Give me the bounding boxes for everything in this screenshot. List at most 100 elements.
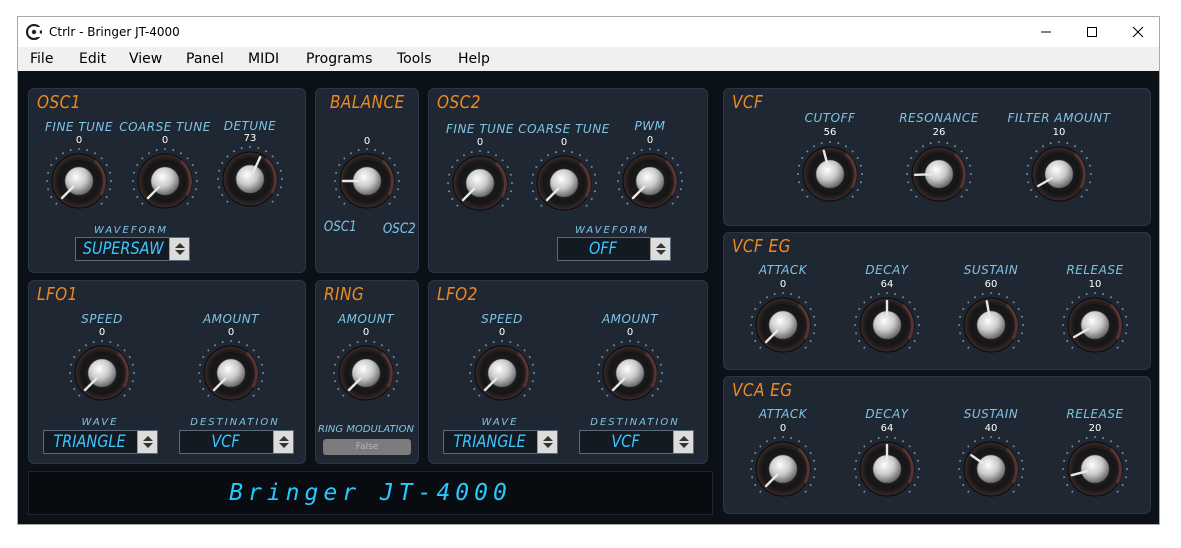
vcf-eg-sustain-knob[interactable] [957,291,1025,359]
vcf-filter-amount-knob[interactable] [1025,140,1093,208]
balance-title: BALANCE [330,92,405,113]
lfo1-title: LFO1 [37,284,78,305]
vca-eg-attack-knob[interactable] [749,435,817,503]
vca-eg-release-knob[interactable] [1061,435,1129,503]
vca-eg-decay-value: 64 [880,423,894,434]
osc1-coarse-tune-knob[interactable] [131,147,199,215]
lfo2-destination-select[interactable]: VCF [579,430,694,454]
vcf-eg-release-knob[interactable] [1061,291,1129,359]
ring-amount-value: 0 [362,327,370,338]
osc2-waveform-value: OFF [589,239,617,259]
menu-panel[interactable]: Panel [186,51,224,67]
menu-programs[interactable]: Programs [306,51,372,67]
osc2-coarse-tune-value: 0 [560,137,568,148]
osc2-waveform-select[interactable]: OFF [557,237,671,261]
osc1-title: OSC1 [37,92,81,113]
ring-amount-label: AMOUNT [337,312,395,326]
updown-arrows-icon [169,238,189,260]
vcf-cutoff-knob[interactable] [796,140,864,208]
menu-tools[interactable]: Tools [397,51,432,67]
vcf-eg-attack-label: ATTACK [758,263,808,277]
vca-eg-attack-label: ATTACK [758,407,808,421]
menu-view[interactable]: View [129,51,162,67]
lfo1-destination-value: VCF [211,432,240,452]
lfo1-wave-value: TRIANGLE [53,432,126,452]
osc1-waveform-label: WAVEFORM [93,225,169,236]
osc2-pwm-value: 0 [646,135,654,146]
vcf-eg-decay-knob[interactable] [853,291,921,359]
balance-knob[interactable] [333,147,401,215]
menu-midi[interactable]: MIDI [248,51,279,67]
osc1-panel: OSC1 FINE TUNE 0 COARSE TUNE 0 DETUNE 73 [28,88,306,273]
vcf-eg-panel: VCF EG ATTACK 0 DECAY 64 SUSTAIN 60 RELE… [723,232,1151,370]
vcf-title: VCF [732,92,764,113]
lfo1-amount-label: AMOUNT [202,312,260,326]
minimize-icon [1041,31,1051,33]
vcf-eg-decay-label: DECAY [865,263,909,277]
balance-osc2-label: OSC2 [382,221,416,237]
osc1-fine-tune-knob[interactable] [45,147,113,215]
lfo2-speed-knob[interactable] [468,339,536,407]
osc1-waveform-value: SUPERSAW [82,239,164,259]
vca-eg-decay-knob[interactable] [853,435,921,503]
vca-eg-release-label: RELEASE [1066,407,1124,421]
vcf-eg-title: VCF EG [732,236,791,257]
balance-value: 0 [363,136,371,147]
osc2-fine-tune-knob[interactable] [446,149,514,217]
lfo2-amount-knob[interactable] [596,339,664,407]
osc1-waveform-select[interactable]: SUPERSAW [75,237,190,261]
lfo1-wave-select[interactable]: TRIANGLE [43,430,158,454]
minimize-button[interactable] [1023,17,1069,47]
vcf-panel: VCF CUTOFF 56 RESONANCE 26 FILTER AMOUNT… [723,88,1151,226]
osc1-detune-knob[interactable] [216,145,284,213]
ring-modulation-toggle[interactable]: False [323,439,411,455]
maximize-button[interactable] [1069,17,1115,47]
osc1-detune-value: 73 [243,133,257,144]
vcf-resonance-knob[interactable] [905,140,973,208]
vcf-eg-attack-knob[interactable] [749,291,817,359]
vcf-eg-sustain-label: SUSTAIN [963,263,1019,277]
vcf-resonance-value: 26 [932,127,946,138]
vcf-cutoff-label: CUTOFF [804,111,856,125]
title-bar: Ctrlr - Bringer JT-4000 [18,17,1159,47]
lfo2-wave-label: WAVE [481,417,519,428]
synth-panel-canvas: OSC1 FINE TUNE 0 COARSE TUNE 0 DETUNE 73 [18,71,1159,524]
lfo2-speed-value: 0 [498,327,506,338]
vca-eg-title: VCA EG [732,380,793,401]
lfo1-speed-knob[interactable] [68,339,136,407]
vcf-filter-amount-value: 10 [1052,127,1066,138]
vca-eg-release-value: 20 [1088,423,1102,434]
menu-edit[interactable]: Edit [79,51,106,67]
lfo2-wave-select[interactable]: TRIANGLE [443,430,558,454]
menu-help[interactable]: Help [458,51,490,67]
lfo2-amount-label: AMOUNT [601,312,659,326]
updown-arrows-icon [673,431,693,453]
ring-modulation-label: RING MODULATION [318,424,414,435]
app-window: Ctrlr - Bringer JT-4000 File Edit View P… [17,16,1160,525]
osc2-title: OSC2 [437,92,481,113]
ctrlr-app-icon [26,24,42,40]
vca-eg-attack-value: 0 [779,423,787,434]
lfo1-speed-label: SPEED [81,312,123,326]
lfo1-destination-label: DESTINATION [190,417,280,428]
ring-panel: RING AMOUNT 0 RING MODULATION False [315,280,419,464]
lfo2-destination-value: VCF [611,432,640,452]
osc2-pwm-knob[interactable] [616,147,684,215]
updown-arrows-icon [273,431,293,453]
updown-arrows-icon [650,238,670,260]
ring-amount-knob[interactable] [332,339,400,407]
menu-file[interactable]: File [30,51,53,67]
vca-eg-sustain-knob[interactable] [957,435,1025,503]
close-button[interactable] [1115,17,1159,47]
balance-osc1-label: OSC1 [323,219,357,235]
vca-eg-sustain-label: SUSTAIN [963,407,1019,421]
osc2-coarse-tune-knob[interactable] [530,149,598,217]
lcd-display: Bringer JT-4000 [28,471,713,515]
menu-bar: File Edit View Panel MIDI Programs Tools… [18,47,1159,71]
lfo1-amount-knob[interactable] [197,339,265,407]
ring-title: RING [324,284,365,305]
osc2-fine-tune-value: 0 [476,137,484,148]
lfo1-destination-select[interactable]: VCF [179,430,294,454]
osc1-fine-tune-value: 0 [75,135,83,146]
lfo1-panel: LFO1 SPEED 0 AMOUNT 0 WAVE TRIANGLE DEST… [28,280,306,464]
